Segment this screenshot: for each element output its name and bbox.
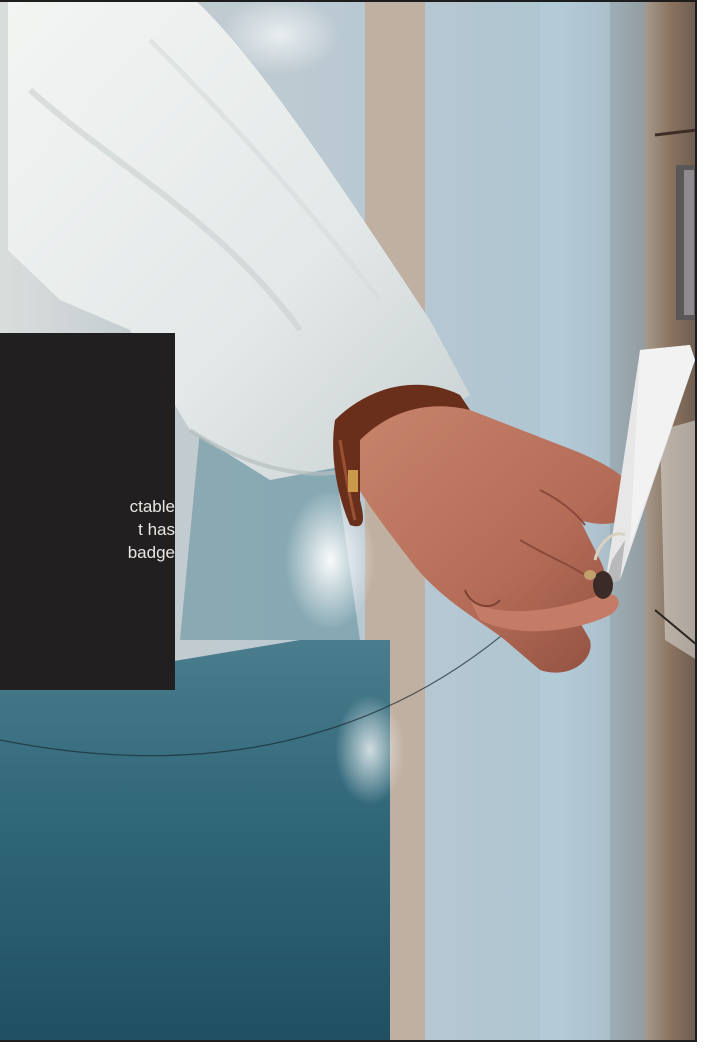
image-frame: ctable t has badge xyxy=(0,0,705,1050)
card-text: ctable t has badge xyxy=(2,495,175,564)
frame-border-top xyxy=(0,0,697,2)
frame-border-right xyxy=(695,0,705,1050)
card-line-2: t has xyxy=(138,520,175,539)
card-line-1: ctable xyxy=(129,497,175,516)
card-line-3: badge xyxy=(127,543,175,562)
frame-border-bottom xyxy=(0,1040,705,1050)
text-card: ctable t has badge xyxy=(0,333,175,690)
